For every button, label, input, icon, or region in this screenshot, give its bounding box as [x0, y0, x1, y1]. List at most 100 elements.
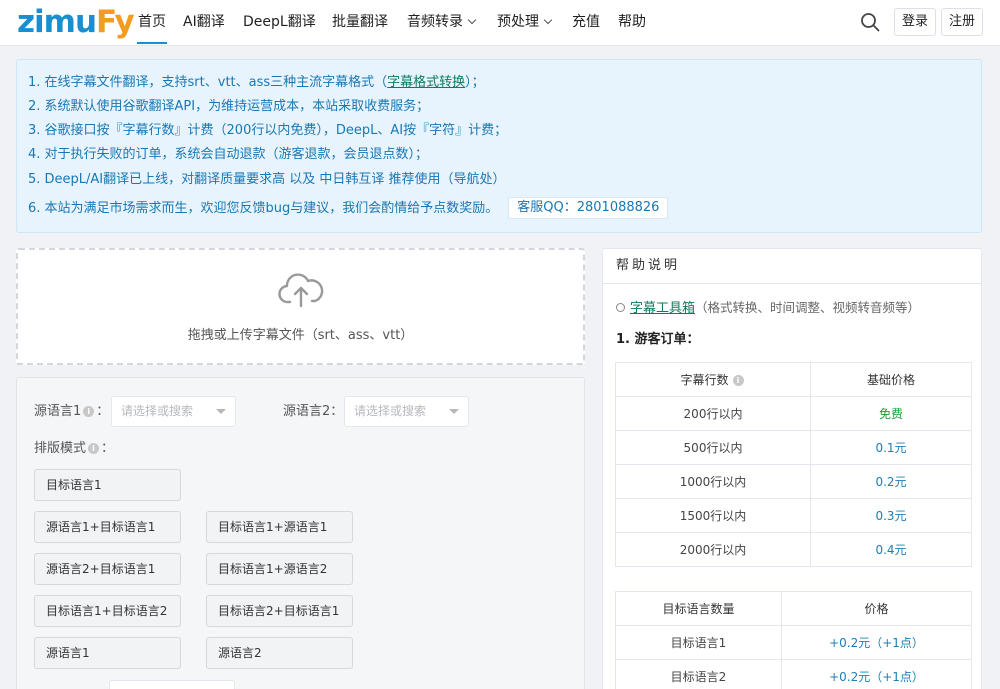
nav-item-ai-translate[interactable]: AI翻译: [183, 12, 225, 32]
source-lang2-select[interactable]: 请选择或搜索: [344, 396, 469, 427]
table-header-cell: 基础价格: [810, 362, 972, 397]
nav-active-indicator: [137, 42, 167, 44]
table-cell: 目标语言1: [615, 625, 782, 660]
dropdown-arrow-icon: [216, 409, 226, 414]
info-icon[interactable]: i: [732, 375, 744, 386]
layout-option[interactable]: 源语言1+目标语言1: [34, 511, 181, 543]
table-cell: 0.2元: [810, 464, 972, 499]
label-colon: ：: [101, 441, 115, 456]
format-convert-link[interactable]: 字幕格式转换: [387, 75, 465, 90]
table-header-cell: 字幕行数 i: [615, 362, 811, 397]
table-cell: 1500行以内: [615, 498, 811, 533]
source-lang1-label: 源语言1 i：: [34, 403, 109, 421]
table-row: 500行以内 0.1元: [615, 430, 972, 465]
table-row: 1000行以内 0.2元: [615, 464, 972, 499]
source-lang1-placeholder: 请选择或搜索: [121, 404, 194, 418]
layout-option[interactable]: 目标语言1+源语言1: [206, 511, 353, 543]
notice-line-1: 1. 在线字幕文件翻译，支持srt、vtt、ass三种主流字幕格式（字幕格式转换…: [28, 74, 485, 92]
logo-text-part2: Fy: [96, 4, 135, 40]
nav-item-help[interactable]: 帮助: [618, 12, 646, 32]
layout-option[interactable]: 目标语言1: [34, 469, 181, 501]
help-panel: 帮助说明 字幕工具箱（格式转换、时间调整、视频转音频等） 1. 游客订单： 字幕…: [602, 248, 982, 689]
nav-item-audio-transcribe-label: 音频转录: [407, 14, 463, 30]
guest-order-title: 1. 游客订单：: [616, 332, 700, 347]
nav-item-preprocess[interactable]: 预处理: [497, 12, 553, 32]
line-price-table: 字幕行数 i 基础价格 200行以内 免费 500行以内 0.1元 1000行以内…: [615, 362, 972, 567]
subtitle-toolbox-link[interactable]: 字幕工具箱: [630, 301, 695, 316]
table-cell: 2000行以内: [615, 532, 811, 567]
top-navbar: zimuFy 首页 AI翻译 DeepL翻译 批量翻译 音频转录 预处理 充值 …: [0, 0, 1000, 46]
notice-line-6-text: 6. 本站为满足市场需求而生，欢迎您反馈bug与建议，我们会酌情给予点数奖励。: [28, 201, 499, 216]
source-lang2-label: 源语言2：: [283, 403, 343, 421]
table-cell: +0.2元（+1点）: [781, 625, 972, 660]
table-cell: 0.3元: [810, 498, 972, 533]
language-price-table: 目标语言数量 价格 目标语言1 +0.2元（+1点） 目标语言2 +0.2元（+…: [615, 591, 972, 689]
table-row: 1500行以内 0.3元: [615, 498, 972, 533]
nav-item-preprocess-label: 预处理: [497, 14, 539, 30]
layout-option[interactable]: 目标语言1+目标语言2: [34, 595, 181, 627]
notice-line-1-suffix: ）；: [465, 75, 485, 90]
table-cell: 0.4元: [810, 532, 972, 567]
register-button[interactable]: 注册: [941, 8, 983, 36]
layout-option[interactable]: 目标语言1+源语言2: [206, 553, 353, 585]
source-lang2-placeholder: 请选择或搜索: [354, 404, 427, 418]
info-icon[interactable]: i: [88, 443, 100, 454]
table-cell: +0.2元（+1点）: [781, 659, 972, 689]
table-row: 2000行以内 0.4元: [615, 532, 972, 567]
circle-bullet-icon: [616, 303, 625, 312]
layout-option[interactable]: 源语言1: [34, 637, 181, 669]
toolbox-line: 字幕工具箱（格式转换、时间调整、视频转音频等）: [616, 299, 920, 318]
table-header-cell: 价格: [781, 591, 972, 626]
dropdown-arrow-icon: [449, 409, 459, 414]
translate-settings-panel: 源语言1 i： 请选择或搜索 源语言2： 请选择或搜索 排版模式 i： 目标语言1 …: [16, 377, 585, 689]
table-cell: 1000行以内: [615, 464, 811, 499]
upload-dropzone[interactable]: 拖拽或上传字幕文件（srt、ass、vtt）: [16, 248, 585, 365]
table-row: 200行以内 免费: [615, 396, 972, 431]
cloud-upload-icon: [278, 273, 324, 308]
table-header-cell: 目标语言数量: [615, 591, 782, 626]
notice-line-2: 2. 系统默认使用谷歌翻译API，为维持运营成本，本站采取收费服务；: [28, 99, 430, 114]
layout-mode-label-text: 排版模式: [34, 441, 87, 456]
notice-line-3: 3. 谷歌接口按『字幕行数』计费（200行以内免费），DeepL、AI按『字符』…: [28, 123, 508, 138]
help-panel-title: 帮助说明: [603, 249, 981, 284]
info-icon[interactable]: i: [83, 406, 95, 417]
nav-item-audio-transcribe[interactable]: 音频转录: [407, 12, 477, 32]
notice-line-6: 6. 本站为满足市场需求而生，欢迎您反馈bug与建议，我们会酌情给予点数奖励。客…: [28, 197, 669, 220]
layout-option[interactable]: 源语言2: [206, 637, 353, 669]
upload-hint-text: 拖拽或上传字幕文件（srt、ass、vtt）: [187, 328, 414, 343]
label-colon: ：: [330, 404, 344, 419]
site-logo[interactable]: zimuFy: [17, 4, 135, 40]
source-lang1-label-text: 源语言1: [34, 404, 82, 419]
nav-item-batch-translate[interactable]: 批量翻译: [332, 12, 388, 32]
partial-field[interactable]: [109, 680, 235, 689]
table-cell: 500行以内: [615, 430, 811, 465]
table-cell: 目标语言2: [615, 659, 782, 689]
notice-line-1-prefix: 1. 在线字幕文件翻译，支持srt、vtt、ass三种主流字幕格式（: [28, 75, 388, 90]
login-button[interactable]: 登录: [894, 8, 936, 36]
search-icon[interactable]: [860, 12, 880, 32]
layout-mode-label: 排版模式 i：: [34, 440, 114, 458]
nav-item-home[interactable]: 首页: [138, 12, 166, 32]
chevron-down-icon: [467, 15, 477, 25]
chevron-down-icon: [543, 15, 553, 25]
nav-item-recharge[interactable]: 充值: [572, 12, 600, 32]
nav-item-deepl-translate[interactable]: DeepL翻译: [243, 12, 316, 32]
toolbox-description: （格式转换、时间调整、视频转音频等）: [695, 300, 921, 315]
table-cell: 免费: [810, 396, 972, 431]
customer-service-qq-badge: 客服QQ：2801088826: [508, 197, 669, 219]
notice-line-4: 4. 对于执行失败的订单，系统会自动退款（游客退款，会员退点数）；: [28, 147, 429, 162]
header-lines-text: 字幕行数: [680, 373, 729, 387]
table-cell: 200行以内: [615, 396, 811, 431]
source-lang1-select[interactable]: 请选择或搜索: [111, 396, 236, 427]
notice-line-5: 5. DeepL/AI翻译已上线，对翻译质量要求高 以及 中日韩互译 推荐使用（…: [28, 172, 506, 187]
notice-panel: 1. 在线字幕文件翻译，支持srt、vtt、ass三种主流字幕格式（字幕格式转换…: [16, 59, 982, 233]
layout-option[interactable]: 源语言2+目标语言1: [34, 553, 181, 585]
layout-option[interactable]: 目标语言2+目标语言1: [206, 595, 353, 627]
label-colon: ：: [96, 404, 110, 419]
source-lang2-label-text: 源语言2: [283, 404, 331, 419]
table-row: 目标语言1 +0.2元（+1点）: [615, 625, 972, 660]
table-header-row: 字幕行数 i 基础价格: [615, 362, 972, 397]
logo-text-part1: zimu: [17, 4, 97, 40]
table-row: 目标语言2 +0.2元（+1点）: [615, 659, 972, 689]
table-cell: 0.1元: [810, 430, 972, 465]
